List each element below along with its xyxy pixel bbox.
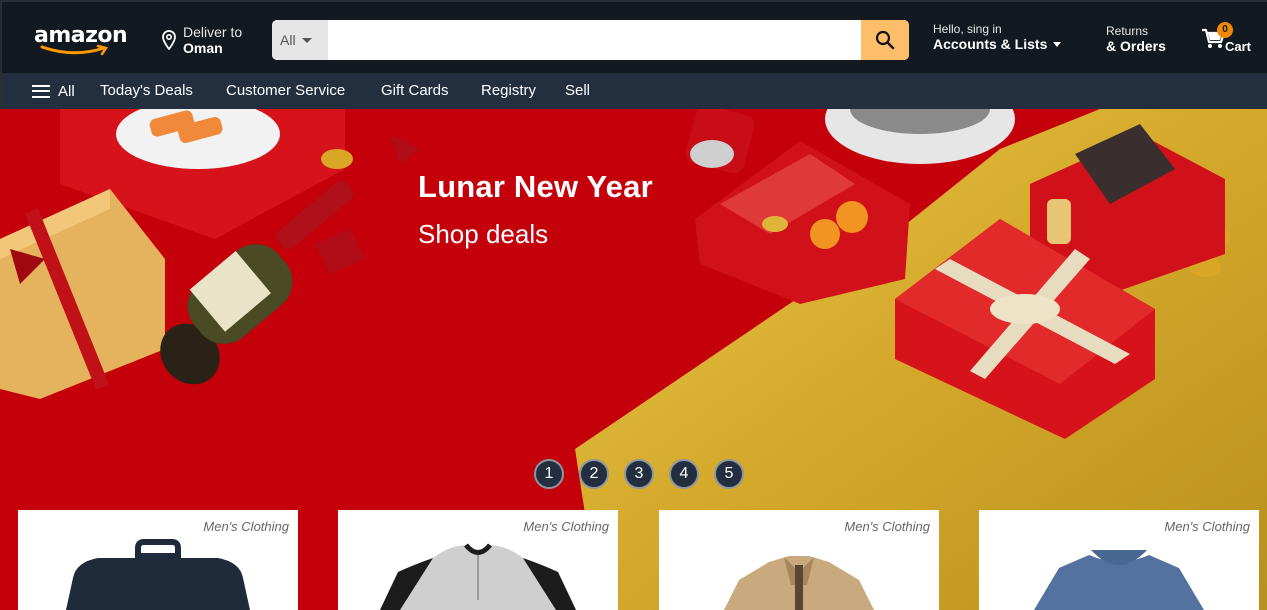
logo-smile-icon	[40, 44, 109, 56]
cart-button[interactable]: 0 Cart	[1201, 22, 1257, 58]
deliver-country: Oman	[183, 40, 223, 56]
nav-item-customer-service[interactable]: Customer Service	[226, 82, 345, 99]
product-category: Men's Clothing	[523, 519, 609, 534]
nav-all-menu[interactable]: All	[32, 82, 75, 100]
search-category-label: All	[280, 32, 296, 48]
product-card[interactable]: Men's Clothing	[979, 510, 1259, 610]
carousel-dot-1[interactable]: 1	[534, 459, 564, 489]
product-card[interactable]: Men's Clothing	[18, 510, 298, 610]
top-header: amazon Deliver to Oman All Hello, sing i…	[0, 0, 1267, 73]
nav-bar: All Today's Deals Customer Service Gift …	[0, 73, 1267, 109]
deliver-to-location[interactable]: Deliver to Oman	[162, 24, 257, 58]
product-card[interactable]: Men's Clothing	[659, 510, 939, 610]
accounts-and-lists[interactable]: Hello, sing in Accounts & Lists	[933, 22, 1073, 58]
carousel-dot-3[interactable]: 3	[624, 459, 654, 489]
product-category: Men's Clothing	[1164, 519, 1250, 534]
nav-item-registry[interactable]: Registry	[481, 82, 536, 99]
hero-title: Lunar New Year	[418, 169, 653, 204]
search-category-dropdown[interactable]: All	[272, 20, 328, 60]
account-label: Accounts & Lists	[933, 36, 1073, 53]
hamburger-menu-icon	[32, 84, 50, 98]
amazon-logo[interactable]: amazon	[34, 24, 128, 58]
search-icon	[875, 30, 895, 50]
cart-label: Cart	[1225, 39, 1252, 54]
search-input[interactable]	[328, 20, 861, 60]
caret-down-icon	[301, 37, 312, 43]
returns-and-orders[interactable]: Returns & Orders	[1106, 24, 1186, 60]
deliver-label: Deliver to	[183, 24, 243, 40]
orders-label: & Orders	[1106, 38, 1166, 54]
search-bar: All	[272, 20, 909, 60]
carousel-dot-2[interactable]: 2	[579, 459, 609, 489]
product-card[interactable]: Men's Clothing	[338, 510, 618, 610]
account-greeting: Hello, sing in	[933, 22, 1002, 36]
nav-item-sell[interactable]: Sell	[565, 82, 590, 99]
carousel-dot-4[interactable]: 4	[669, 459, 699, 489]
location-pin-icon	[162, 30, 176, 50]
product-category: Men's Clothing	[844, 519, 930, 534]
hero-subtitle[interactable]: Shop deals	[418, 219, 548, 250]
nav-item-gift-cards[interactable]: Gift Cards	[381, 82, 449, 99]
nav-item-todays-deals[interactable]: Today's Deals	[100, 82, 193, 99]
caret-down-icon	[1053, 42, 1062, 47]
nav-all-label: All	[58, 82, 75, 100]
cart-count-badge: 0	[1217, 22, 1233, 38]
carousel-dot-5[interactable]: 5	[714, 459, 744, 489]
returns-label: Returns	[1106, 24, 1149, 38]
search-button[interactable]	[861, 20, 909, 60]
product-category: Men's Clothing	[203, 519, 289, 534]
